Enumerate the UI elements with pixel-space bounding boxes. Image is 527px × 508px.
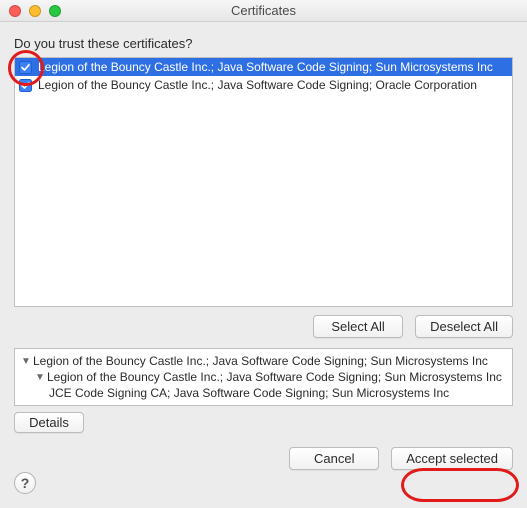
- dialog-content: Do you trust these certificates? Legion …: [0, 22, 527, 484]
- tree-row[interactable]: JCE Code Signing CA; Java Software Code …: [21, 385, 506, 401]
- window-title: Certificates: [0, 3, 527, 18]
- minimize-icon[interactable]: [29, 5, 41, 17]
- prompt-text: Do you trust these certificates?: [14, 36, 513, 51]
- select-all-button[interactable]: Select All: [313, 315, 403, 338]
- cancel-button[interactable]: Cancel: [289, 447, 379, 470]
- footer-buttons: Cancel Accept selected: [14, 447, 513, 470]
- help-button[interactable]: ?: [14, 472, 36, 494]
- help-icon: ?: [21, 475, 30, 491]
- details-button-row: Details: [14, 412, 513, 433]
- accept-selected-button[interactable]: Accept selected: [391, 447, 513, 470]
- tree-row-label: JCE Code Signing CA; Java Software Code …: [49, 386, 449, 400]
- certificate-detail-tree[interactable]: ▼ Legion of the Bouncy Castle Inc.; Java…: [14, 348, 513, 406]
- window-controls: [0, 5, 61, 17]
- selection-buttons: Select All Deselect All: [14, 315, 513, 338]
- tree-row-label: Legion of the Bouncy Castle Inc.; Java S…: [47, 370, 502, 384]
- tree-row[interactable]: ▼ Legion of the Bouncy Castle Inc.; Java…: [21, 369, 506, 385]
- tree-row-label: Legion of the Bouncy Castle Inc.; Java S…: [33, 354, 488, 368]
- list-item-label: Legion of the Bouncy Castle Inc.; Java S…: [38, 78, 477, 92]
- checkbox-checked-icon[interactable]: [19, 61, 32, 74]
- disclosure-down-icon[interactable]: ▼: [21, 356, 31, 367]
- details-button[interactable]: Details: [14, 412, 84, 433]
- close-icon[interactable]: [9, 5, 21, 17]
- checkbox-checked-icon[interactable]: [19, 79, 32, 92]
- list-item[interactable]: Legion of the Bouncy Castle Inc.; Java S…: [15, 76, 512, 94]
- deselect-all-button[interactable]: Deselect All: [415, 315, 513, 338]
- certificate-list[interactable]: Legion of the Bouncy Castle Inc.; Java S…: [14, 57, 513, 307]
- titlebar: Certificates: [0, 0, 527, 22]
- tree-row[interactable]: ▼ Legion of the Bouncy Castle Inc.; Java…: [21, 353, 506, 369]
- list-item-label: Legion of the Bouncy Castle Inc.; Java S…: [38, 60, 493, 74]
- disclosure-down-icon[interactable]: ▼: [35, 372, 45, 383]
- zoom-icon[interactable]: [49, 5, 61, 17]
- list-item[interactable]: Legion of the Bouncy Castle Inc.; Java S…: [15, 58, 512, 76]
